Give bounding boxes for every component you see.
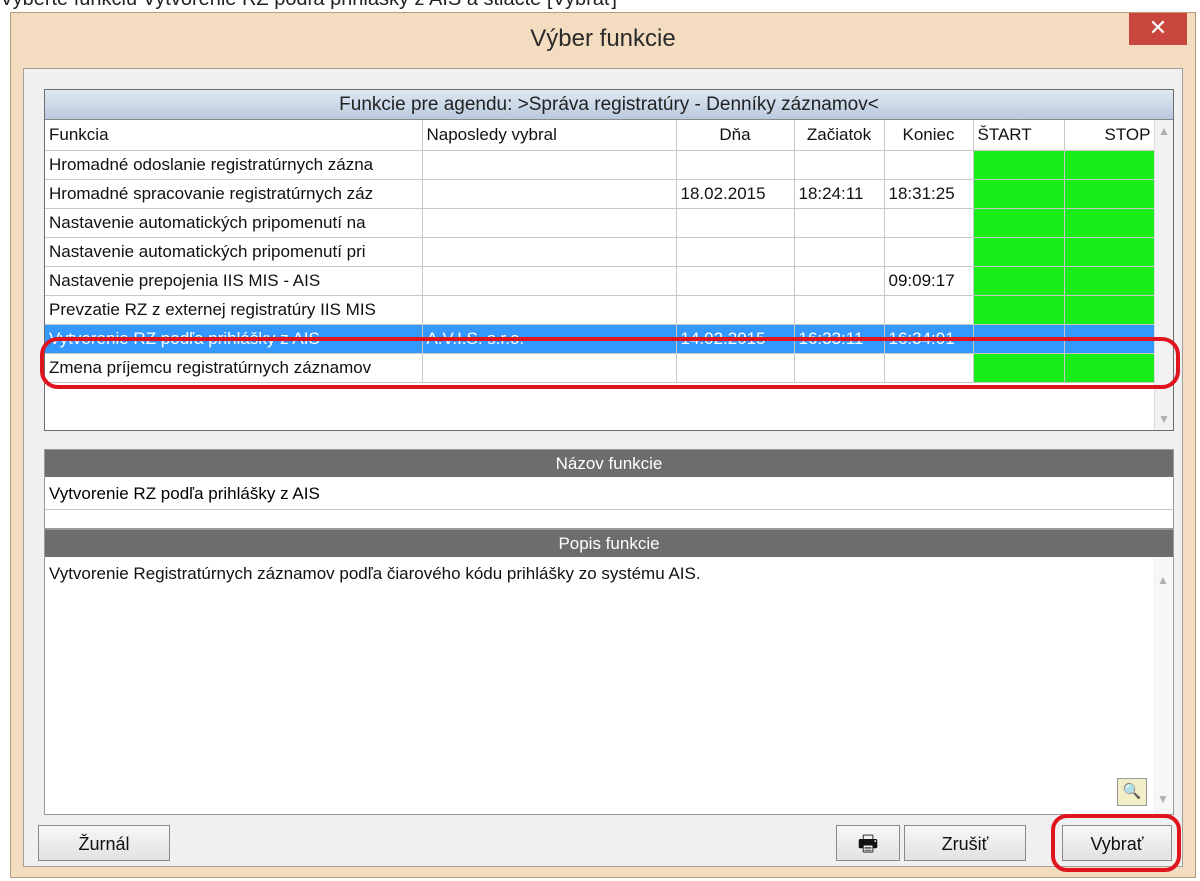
close-button[interactable]: ✕ [1129,13,1187,45]
cell-last-user [422,266,677,296]
cell-function: Nastavenie automatických pripomenutí pri [45,237,423,267]
cell-end-time [884,237,974,267]
annotation-highlight-row [40,337,1180,389]
cell-end-time: 18:31:25 [884,179,974,209]
scroll-up-icon[interactable]: ▲ [1155,124,1173,138]
cancel-button[interactable]: Zrušiť [904,825,1026,861]
cell-last-user [422,150,677,180]
cell-start-time: 18:24:11 [794,179,885,209]
function-name-input[interactable] [45,478,1173,510]
magnifier-icon[interactable]: 🔍 [1117,778,1147,806]
column-header[interactable]: STOP [1064,120,1156,151]
cell-start-flag [973,179,1065,209]
cell-stop-flag [1064,179,1156,209]
cell-function: Nastavenie prepojenia IIS MIS - AIS [45,266,423,296]
print-button[interactable]: 🖶 [836,825,900,861]
cell-stop-flag [1064,150,1156,180]
cell-end-time [884,295,974,325]
table-row[interactable]: Nastavenie automatických pripomenutí na [45,208,1156,238]
column-header[interactable]: Koniec [884,120,974,151]
column-header[interactable]: Funkcia [45,120,423,151]
cell-stop-flag [1064,237,1156,267]
annotation-highlight-select [1051,814,1181,872]
cell-start-flag [973,208,1065,238]
cell-start-time [794,295,885,325]
cell-end-time [884,150,974,180]
cell-end-time: 09:09:17 [884,266,974,296]
dialog-client: Funkcie pre agendu: >Správa registratúry… [23,68,1183,872]
cell-date [676,295,795,325]
function-description-header: Popis funkcie [45,530,1173,557]
cell-date: 18.02.2015 [676,179,795,209]
table-row[interactable]: Hromadné spracovanie registratúrnych záz… [45,179,1156,209]
cell-function: Hromadné odoslanie registratúrnych zázna [45,150,423,180]
table-row[interactable]: Nastavenie prepojenia IIS MIS - AIS 09:0… [45,266,1156,296]
function-description-panel: Popis funkcie Vytvorenie Registratúrnych… [44,529,1174,815]
scroll-down-icon[interactable]: ▼ [1153,792,1173,806]
cell-last-user [422,237,677,267]
cell-date [676,208,795,238]
page-caption: Vyberte funkciu Vytvorenie RZ podľa prih… [0,0,617,11]
cell-last-user [422,179,677,209]
window-title: Výber funkcie [530,25,676,52]
column-header[interactable]: ŠTART [973,120,1065,151]
cell-stop-flag [1064,266,1156,296]
cell-last-user [422,295,677,325]
cell-start-flag [973,295,1065,325]
cell-start-flag [973,266,1065,296]
table-row[interactable]: Hromadné odoslanie registratúrnych zázna [45,150,1156,180]
cell-date [676,150,795,180]
scroll-down-icon[interactable]: ▼ [1155,412,1173,426]
title-bar[interactable]: Výber funkcie ✕ [11,13,1195,67]
cell-stop-flag [1064,295,1156,325]
column-header[interactable]: Naposledy vybral [422,120,677,151]
function-name-header: Názov funkcie [45,450,1173,477]
cell-start-flag [973,150,1065,180]
cell-date [676,266,795,296]
cell-last-user [422,208,677,238]
cell-start-flag [973,237,1065,267]
column-header[interactable]: Začiatok [794,120,885,151]
cell-function: Hromadné spracovanie registratúrnych záz [45,179,423,209]
cell-start-time [794,150,885,180]
cell-stop-flag [1064,208,1156,238]
column-header[interactable]: Dňa [676,120,795,151]
cell-function: Prevzatie RZ z externej registratúry IIS… [45,295,423,325]
journal-button[interactable]: Žurnál [38,825,170,861]
table-row[interactable]: Prevzatie RZ z externej registratúry IIS… [45,295,1156,325]
dialog-window: Výber funkcie ✕ Funkcie pre agendu: >Spr… [10,12,1196,878]
cell-start-time [794,237,885,267]
cell-end-time [884,208,974,238]
function-description-text[interactable]: Vytvorenie Registratúrnych záznamov podľ… [49,564,1149,584]
cell-start-time [794,266,885,296]
cell-date [676,237,795,267]
description-scrollbar[interactable]: ▲ ▼ [1153,557,1173,814]
grid-caption: Funkcie pre agendu: >Správa registratúry… [45,90,1173,120]
table-header-row: Funkcia Naposledy vybral Dňa Začiatok Ko… [45,120,1156,151]
table-row[interactable]: Nastavenie automatických pripomenutí pri [45,237,1156,267]
cell-function: Nastavenie automatických pripomenutí na [45,208,423,238]
scroll-up-icon[interactable]: ▲ [1153,573,1173,587]
function-name-panel: Názov funkcie [44,449,1174,529]
cell-start-time [794,208,885,238]
